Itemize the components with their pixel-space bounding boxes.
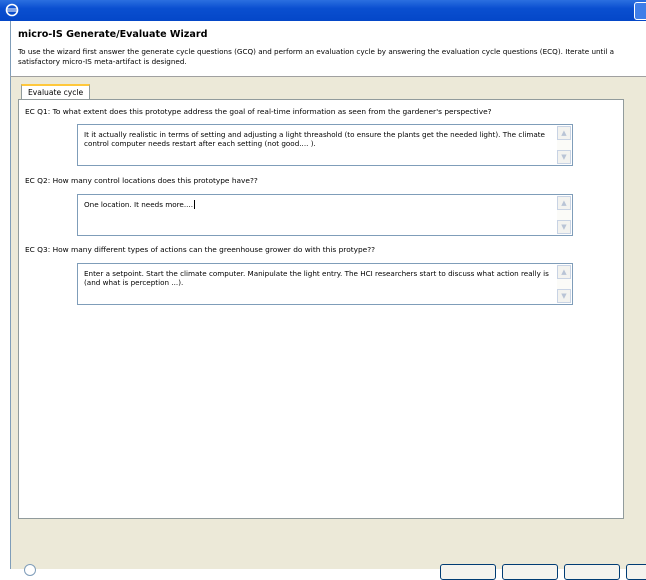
question-text: How many control locations does this pro… [52, 176, 258, 185]
evaluate-cycle-panel: EC Q1: To what extent does this prototyp… [18, 99, 624, 519]
wizard-description: To use the wizard first answer the gener… [18, 47, 615, 66]
question-label: EC Q1: To what extent does this prototyp… [25, 107, 492, 116]
scroll-down-icon[interactable]: ▼ [557, 220, 571, 234]
tab-evaluate-cycle[interactable]: Evaluate cycle [21, 84, 91, 100]
question-label: EC Q3: How many different types of actio… [25, 245, 375, 254]
back-button[interactable] [440, 564, 496, 580]
answer-text: Enter a setpoint. Start the climate comp… [84, 269, 549, 287]
question-id: EC Q1: [25, 107, 51, 116]
scrollbar[interactable]: ▲ ▼ [557, 265, 571, 303]
scrollbar[interactable]: ▲ ▼ [557, 126, 571, 164]
wizard-header: micro-IS Generate/Evaluate Wizard To use… [10, 21, 646, 76]
question-label: EC Q2: How many control locations does t… [25, 176, 258, 185]
answer-text: It it actually realistic in terms of set… [84, 130, 545, 148]
question-id: EC Q2: [25, 176, 51, 185]
scroll-up-icon[interactable]: ▲ [557, 196, 571, 210]
eclipse-icon [5, 3, 19, 17]
answer-text: One location. It needs more.... [84, 200, 193, 209]
answer-field-q1[interactable]: It it actually realistic in terms of set… [77, 124, 573, 166]
next-button[interactable] [502, 564, 558, 580]
window-control-button[interactable] [634, 2, 646, 20]
window-title-bar[interactable] [0, 0, 646, 21]
answer-field-q3[interactable]: Enter a setpoint. Start the climate comp… [77, 263, 573, 305]
wizard-title: micro-IS Generate/Evaluate Wizard [18, 29, 208, 40]
question-text: To what extent does this prototype addre… [52, 107, 492, 116]
question-text: How many different types of actions can … [52, 245, 376, 254]
question-id: EC Q3: [25, 245, 51, 254]
scroll-down-icon[interactable]: ▼ [557, 289, 571, 303]
scroll-up-icon[interactable]: ▲ [557, 126, 571, 140]
scroll-down-icon[interactable]: ▼ [557, 150, 571, 164]
cancel-button[interactable] [626, 564, 646, 580]
help-icon[interactable] [24, 564, 36, 576]
scroll-up-icon[interactable]: ▲ [557, 265, 571, 279]
scrollbar[interactable]: ▲ ▼ [557, 196, 571, 234]
answer-field-q2[interactable]: One location. It needs more.... ▲ ▼ [77, 194, 573, 236]
text-caret [193, 200, 195, 209]
finish-button[interactable] [564, 564, 620, 580]
